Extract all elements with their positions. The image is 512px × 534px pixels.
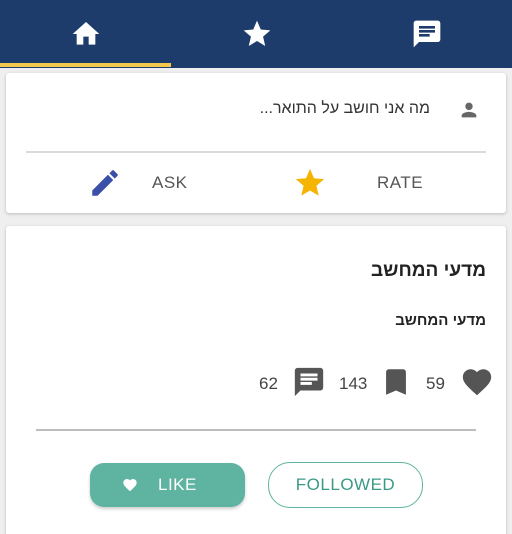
- rate-label: RATE: [377, 173, 424, 192]
- tab-favorites[interactable]: [171, 0, 342, 68]
- star-icon: [243, 20, 270, 46]
- likes-count: 59: [426, 374, 445, 393]
- like-label: LIKE: [158, 475, 197, 494]
- compose-card: מה אני חושב על התואר... ASK RATE: [6, 73, 506, 213]
- comments-count: 62: [259, 374, 278, 393]
- post-title: מדעי המחשב: [370, 260, 486, 281]
- pencil-icon: [92, 170, 118, 196]
- post-card: מדעי המחשב מדעי המחשב 62 143 59 LIKE FOL…: [6, 226, 506, 534]
- compose-placeholder: מה אני חושב על התואר...: [259, 100, 430, 117]
- post-stats: 62 143 59: [6, 362, 506, 402]
- bookmarks-count: 143: [339, 374, 368, 393]
- tab-home[interactable]: [0, 0, 171, 68]
- rate-button[interactable]: RATE: [293, 161, 423, 205]
- post-subtitle: מדעי המחשב: [395, 312, 486, 329]
- home-icon: [72, 22, 99, 45]
- divider: [26, 151, 486, 153]
- star-icon: [295, 168, 325, 196]
- compose-input[interactable]: מה אני חושב על התואר...: [6, 89, 506, 129]
- heart-icon: [123, 479, 137, 492]
- ask-button[interactable]: ASK: [88, 161, 188, 205]
- active-tab-indicator: [0, 63, 171, 67]
- tab-messages[interactable]: [341, 0, 512, 68]
- person-icon: [461, 102, 477, 118]
- like-button[interactable]: LIKE: [90, 463, 245, 507]
- bookmark-icon[interactable]: [379, 365, 413, 399]
- divider: [36, 429, 476, 431]
- comment-icon[interactable]: [292, 365, 326, 399]
- ask-label: ASK: [152, 173, 188, 192]
- heart-icon[interactable]: [460, 365, 494, 399]
- followed-button[interactable]: FOLLOWED: [268, 462, 423, 508]
- message-icon: [413, 20, 440, 48]
- top-tab-bar: [0, 0, 512, 68]
